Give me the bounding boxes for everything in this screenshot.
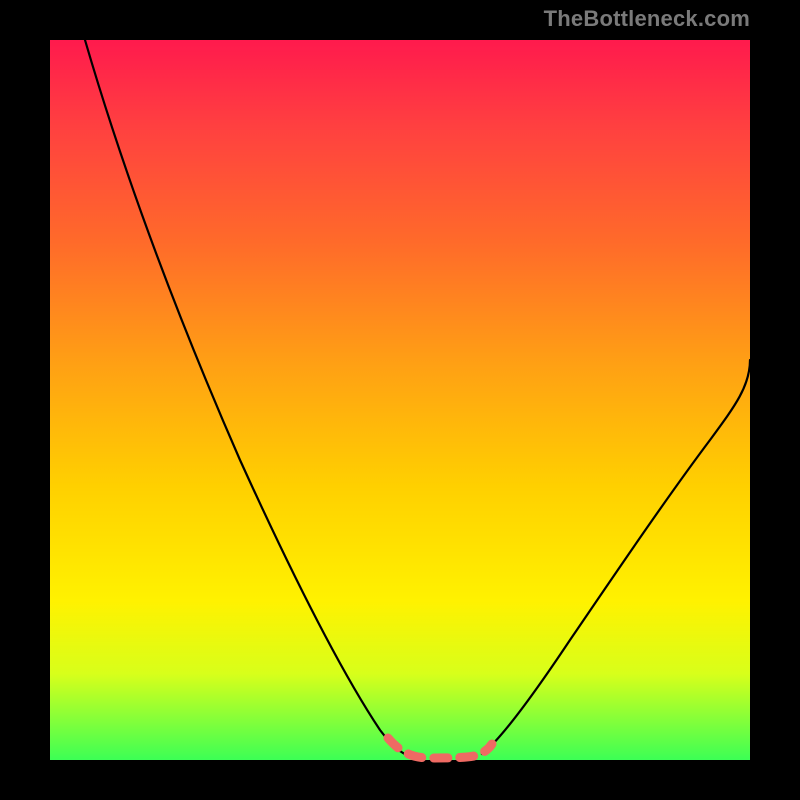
optimal-band-dash bbox=[388, 738, 492, 758]
plot-area bbox=[50, 40, 750, 760]
bottleneck-curve-right bbox=[482, 360, 750, 754]
curve-layer bbox=[50, 40, 750, 760]
watermark-text: TheBottleneck.com bbox=[544, 6, 750, 32]
bottleneck-curve-left bbox=[85, 40, 410, 756]
chart-frame: TheBottleneck.com bbox=[0, 0, 800, 800]
